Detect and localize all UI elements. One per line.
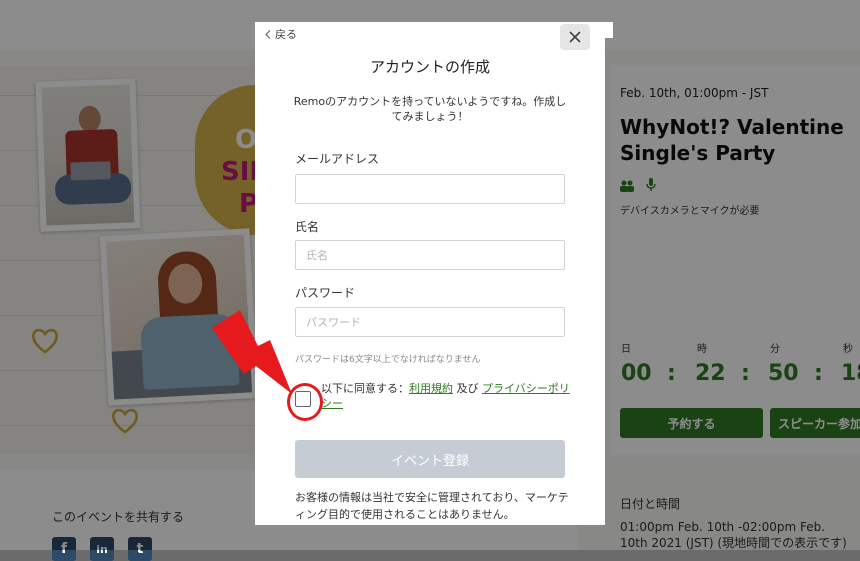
agree-text: 以下に同意する：利用規約 及び プライバシーポリシー bbox=[321, 381, 571, 411]
password-label: パスワード bbox=[295, 286, 356, 300]
email-input[interactable] bbox=[295, 174, 565, 204]
modal-title: アカウントの作成 bbox=[369, 58, 490, 76]
register-button[interactable]: イベント登録 bbox=[295, 440, 565, 478]
password-hint: パスワードは6文字以上でなければなりません bbox=[295, 355, 481, 365]
privacy-note: お客様の情報は当社で安全に管理されており、マーケティング目的で使用されることはあ… bbox=[295, 491, 569, 521]
password-input[interactable] bbox=[295, 307, 565, 337]
back-link[interactable]: 戻る bbox=[265, 26, 297, 42]
name-label: 氏名 bbox=[295, 220, 320, 234]
name-input[interactable] bbox=[295, 240, 565, 270]
modal-scrollbar[interactable] bbox=[605, 22, 613, 38]
back-label: 戻る bbox=[275, 28, 297, 41]
lightning-arrow-icon bbox=[212, 310, 292, 394]
close-button[interactable] bbox=[560, 24, 590, 50]
chevron-left-icon bbox=[265, 29, 271, 39]
email-label: メールアドレス bbox=[295, 152, 380, 166]
terms-link[interactable]: 利用規約 bbox=[409, 382, 453, 395]
agree-prefix: 以下に同意する： bbox=[321, 382, 409, 395]
modal-description: Remoのアカウントを持っていないようですね。作成してみましょう！ bbox=[293, 95, 567, 123]
create-account-modal: 戻る アカウントの作成 Remoのアカウントを持っていないようですね。作成してみ… bbox=[255, 22, 605, 525]
annotation-circle bbox=[287, 383, 323, 421]
close-icon bbox=[569, 31, 581, 43]
agree-and: 及び bbox=[453, 382, 482, 395]
